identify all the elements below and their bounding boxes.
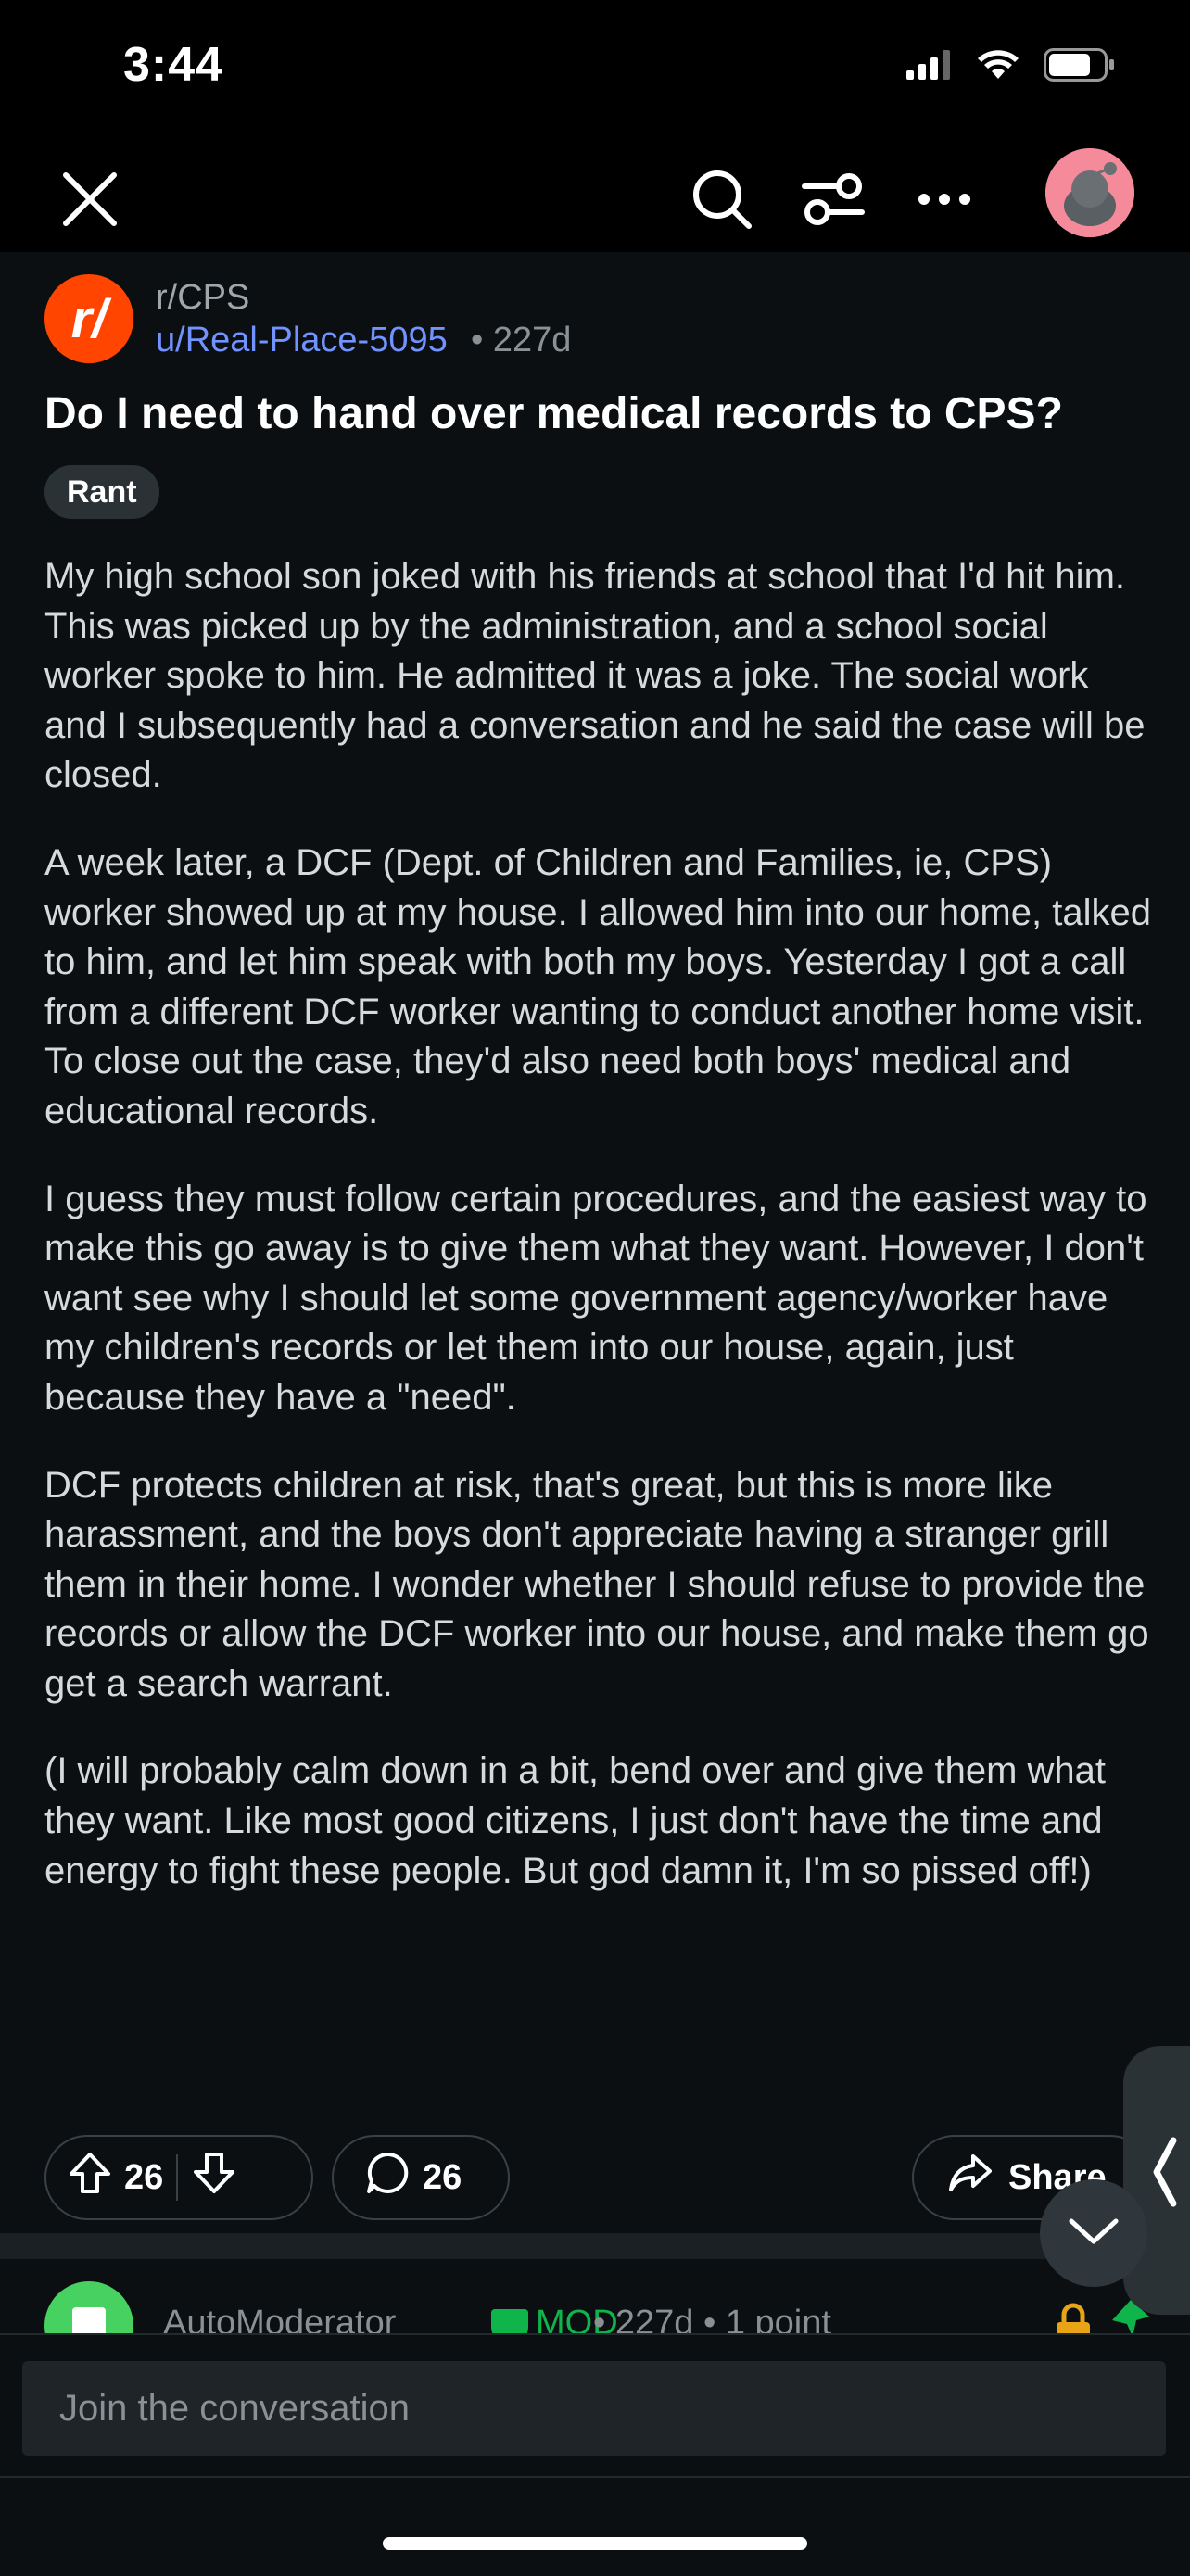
- post-title: Do I need to hand over medical records t…: [44, 389, 1063, 438]
- upvote-count: 26: [124, 2157, 164, 2197]
- chevron-down-icon: [1066, 2216, 1121, 2252]
- vote-pill: 26: [44, 2135, 313, 2220]
- home-indicator[interactable]: [383, 2537, 807, 2550]
- status-bar: 3:44: [0, 0, 1190, 139]
- comments-button[interactable]: 26: [332, 2135, 510, 2220]
- status-icons: [906, 48, 1116, 86]
- post-paragraph: DCF protects children at risk, that's gr…: [44, 1464, 1149, 1704]
- post-paragraph: A week later, a DCF (Dept. of Children a…: [44, 841, 1151, 1131]
- cellular-icon: [906, 50, 953, 84]
- wifi-icon: [977, 49, 1019, 85]
- subreddit-name[interactable]: r/CPS: [156, 278, 249, 318]
- subreddit-icon[interactable]: r/: [44, 274, 133, 363]
- chevron-left-icon: [1151, 2135, 1179, 2227]
- vote-divider: [176, 2154, 179, 2201]
- filter-icon[interactable]: [791, 158, 875, 241]
- join-conversation-input[interactable]: Join the conversation: [22, 2361, 1166, 2456]
- top-nav: [0, 139, 1190, 252]
- profile-avatar[interactable]: [1045, 148, 1134, 237]
- downvote-icon[interactable]: [191, 2150, 237, 2205]
- side-drawer-handle[interactable]: [1123, 2046, 1190, 2315]
- more-icon[interactable]: [903, 158, 986, 241]
- search-icon[interactable]: [680, 158, 764, 241]
- close-icon[interactable]: [48, 158, 132, 241]
- post-body: My high school son joked with his friend…: [44, 552, 1153, 1934]
- subreddit-icon-text: r/: [70, 288, 108, 349]
- bottom-separator: [0, 2476, 1190, 2478]
- section-divider: [0, 2233, 1190, 2259]
- comment-count: 26: [423, 2157, 462, 2197]
- post-paragraph: I guess they must follow certain procedu…: [44, 1178, 1147, 1418]
- post-age: • 227d: [471, 321, 572, 360]
- post-flair[interactable]: Rant: [44, 465, 159, 519]
- status-time: 3:44: [123, 38, 224, 92]
- post-author[interactable]: u/Real-Place-5095: [156, 321, 448, 360]
- post-paragraph: My high school son joked with his friend…: [44, 556, 1146, 796]
- comment-icon: [365, 2151, 410, 2204]
- share-icon: [947, 2153, 994, 2203]
- scroll-next-button[interactable]: [1040, 2179, 1147, 2287]
- post-paragraph: (I will probably calm down in a bit, ben…: [44, 1750, 1107, 1891]
- battery-icon: [1044, 48, 1116, 86]
- upvote-icon[interactable]: [67, 2150, 113, 2205]
